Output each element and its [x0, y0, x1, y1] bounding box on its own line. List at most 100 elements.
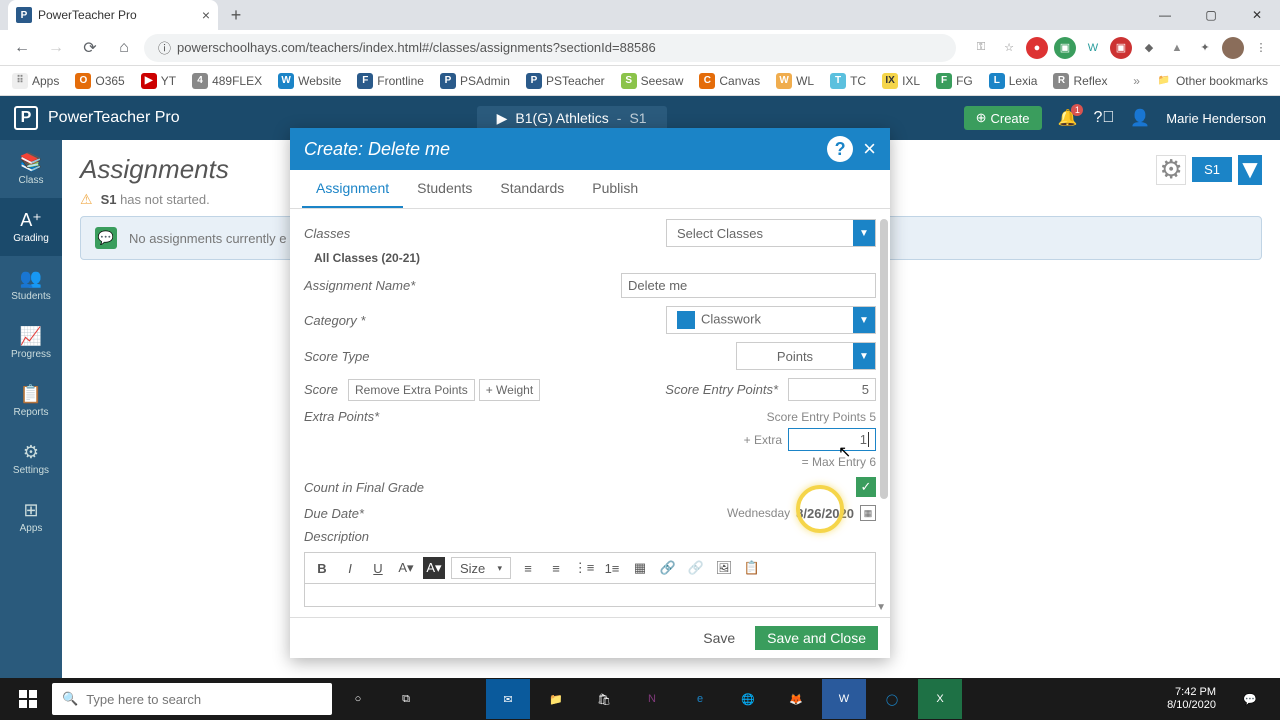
tab-students[interactable]: Students — [403, 170, 486, 208]
modal-help-icon[interactable]: ? — [827, 136, 853, 162]
extra-points-input[interactable]: 1 — [788, 428, 876, 451]
list-ul-icon[interactable]: ⋮≡ — [573, 557, 595, 579]
term-dropdown-icon[interactable]: ▼ — [1238, 155, 1262, 185]
save-button[interactable]: Save — [693, 626, 745, 650]
window-minimize-icon[interactable]: — — [1142, 0, 1188, 30]
table-icon[interactable]: ▦ — [629, 557, 651, 579]
bookmark-psadmin[interactable]: PPSAdmin — [440, 73, 510, 89]
task-view-icon[interactable]: ⧉ — [384, 679, 428, 719]
avatar-icon[interactable] — [1222, 37, 1244, 59]
image-icon[interactable]: 🖼 — [713, 557, 735, 579]
nav-home-icon[interactable]: ⌂ — [110, 34, 138, 62]
bookmark-canvas[interactable]: CCanvas — [699, 73, 760, 89]
user-icon[interactable]: 👤 — [1130, 108, 1150, 128]
cortana-icon[interactable]: ○ — [336, 679, 380, 719]
bookmark-apps[interactable]: ⠿Apps — [12, 73, 59, 89]
ext-icon-1[interactable]: ● — [1026, 37, 1048, 59]
word-icon[interactable]: W — [822, 679, 866, 719]
bookmark-lexia[interactable]: LLexia — [989, 73, 1038, 89]
nav-reload-icon[interactable]: ⟳ — [76, 34, 104, 62]
scroll-down-icon[interactable]: ▼ — [876, 602, 886, 613]
taskbar-search[interactable]: 🔍 Type here to search — [52, 683, 332, 715]
bookmarks-overflow-icon[interactable]: » — [1133, 74, 1140, 88]
list-ol-icon[interactable]: 1≡ — [601, 557, 623, 579]
file-explorer-icon[interactable]: 📁 — [534, 679, 578, 719]
italic-icon[interactable]: I — [339, 557, 361, 579]
sidebar-item-reports[interactable]: 📋Reports — [0, 372, 62, 430]
help-icon[interactable]: ?⃝ — [1093, 109, 1114, 127]
bookmark-frontline[interactable]: FFrontline — [357, 73, 424, 89]
class-selector[interactable]: ▶ B1(G) Athletics - S1 — [477, 106, 667, 131]
start-button[interactable] — [8, 679, 48, 719]
bg-color-icon[interactable]: A▾ — [423, 557, 445, 579]
sidebar-item-settings[interactable]: ⚙Settings — [0, 430, 62, 488]
action-center-icon[interactable]: 💬 — [1228, 679, 1272, 719]
ext-icon-4[interactable]: ▣ — [1110, 37, 1132, 59]
ext-icon-6[interactable]: ▲ — [1166, 37, 1188, 59]
create-button[interactable]: ⊕ Create — [964, 106, 1042, 130]
bookmark-psteacher[interactable]: PPSTeacher — [526, 73, 605, 89]
align-left-icon[interactable]: ≡ — [517, 557, 539, 579]
bookmark-489flex[interactable]: 4489FLEX — [192, 73, 262, 89]
user-name[interactable]: Marie Henderson — [1166, 111, 1266, 126]
description-input[interactable] — [304, 583, 876, 607]
window-maximize-icon[interactable]: ▢ — [1188, 0, 1234, 30]
tab-assignment[interactable]: Assignment — [302, 170, 403, 208]
excel-icon[interactable]: X — [918, 679, 962, 719]
unlink-icon[interactable]: 🔗 — [685, 557, 707, 579]
calendar-icon[interactable]: ▦ — [860, 505, 876, 521]
notifications-icon[interactable]: 🔔1 — [1058, 108, 1078, 128]
bold-icon[interactable]: B — [311, 557, 333, 579]
bookmark-o365[interactable]: OO365 — [75, 73, 124, 89]
tab-publish[interactable]: Publish — [578, 170, 652, 208]
bookmark-wl[interactable]: WWL — [776, 73, 814, 89]
window-close-icon[interactable]: ✕ — [1234, 0, 1280, 30]
star-icon[interactable]: ☆ — [998, 37, 1020, 59]
underline-icon[interactable]: U — [367, 557, 389, 579]
ext-icon-3[interactable]: W — [1082, 37, 1104, 59]
outlook-icon[interactable]: ✉ — [486, 679, 530, 719]
ext-icon-2[interactable]: ▣ — [1054, 37, 1076, 59]
bookmark-website[interactable]: WWebsite — [278, 73, 341, 89]
sidebar-item-progress[interactable]: 📈Progress — [0, 314, 62, 372]
firefox-icon[interactable]: 🦊 — [774, 679, 818, 719]
modal-close-icon[interactable]: × — [863, 136, 876, 162]
classes-dropdown[interactable]: Select Classes ▼ — [666, 219, 876, 247]
ext-icon-5[interactable]: ◆ — [1138, 37, 1160, 59]
score-type-dropdown[interactable]: Points ▼ — [736, 342, 876, 370]
align-center-icon[interactable]: ≡ — [545, 557, 567, 579]
browser-tab[interactable]: P PowerTeacher Pro × — [8, 0, 218, 30]
name-input[interactable]: Delete me — [621, 273, 876, 298]
bookmark-fg[interactable]: FFG — [936, 73, 973, 89]
system-clock[interactable]: 7:42 PM 8/10/2020 — [1167, 686, 1224, 712]
sidebar-item-students[interactable]: 👥Students — [0, 256, 62, 314]
entry-points-input[interactable]: 5 — [788, 378, 876, 401]
password-key-icon[interactable]: ⚿ — [970, 37, 992, 59]
term-pill[interactable]: S1 — [1192, 157, 1232, 182]
bookmark-ixl[interactable]: IXIXL — [882, 73, 920, 89]
onenote-icon[interactable]: N — [630, 679, 674, 719]
add-weight-button[interactable]: + Weight — [479, 379, 540, 401]
page-settings-icon[interactable]: ⚙ — [1156, 155, 1186, 185]
remove-extra-points-button[interactable]: Remove Extra Points — [348, 379, 475, 401]
count-final-checkbox[interactable]: ✓ — [856, 477, 876, 497]
category-dropdown[interactable]: Classwork ▼ — [666, 306, 876, 334]
font-size-dropdown[interactable]: Size▾ — [451, 557, 511, 579]
extensions-icon[interactable]: ✦ — [1194, 37, 1216, 59]
scrollbar[interactable] — [880, 219, 888, 499]
groove-icon[interactable]: ◯ — [870, 679, 914, 719]
chrome-icon[interactable]: 🌐 — [726, 679, 770, 719]
other-bookmarks[interactable]: 📁Other bookmarks — [1156, 73, 1268, 89]
text-color-icon[interactable]: A▾ — [395, 557, 417, 579]
store-icon[interactable]: 🛍 — [582, 679, 626, 719]
url-field[interactable]: ⓘ powerschoolhays.com/teachers/index.htm… — [144, 34, 956, 62]
save-and-close-button[interactable]: Save and Close — [755, 626, 878, 650]
nav-back-icon[interactable]: ← — [8, 34, 36, 62]
sidebar-item-apps[interactable]: ⊞Apps — [0, 488, 62, 546]
sidebar-item-class[interactable]: 📚Class — [0, 140, 62, 198]
menu-icon[interactable]: ⋮ — [1250, 37, 1272, 59]
bookmark-tc[interactable]: TTC — [830, 73, 866, 89]
edge-icon[interactable]: e — [678, 679, 722, 719]
bookmark-seesaw[interactable]: SSeesaw — [621, 73, 684, 89]
bookmark-yt[interactable]: ▶YT — [141, 73, 176, 89]
